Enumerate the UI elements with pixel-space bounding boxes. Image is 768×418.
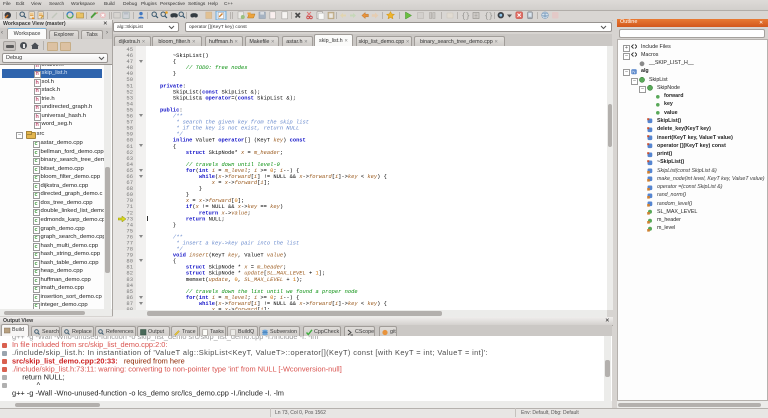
svg-text:{}: {}: [485, 13, 493, 20]
svg-text:{}: {}: [462, 13, 470, 20]
svg-text:N: N: [632, 69, 635, 74]
